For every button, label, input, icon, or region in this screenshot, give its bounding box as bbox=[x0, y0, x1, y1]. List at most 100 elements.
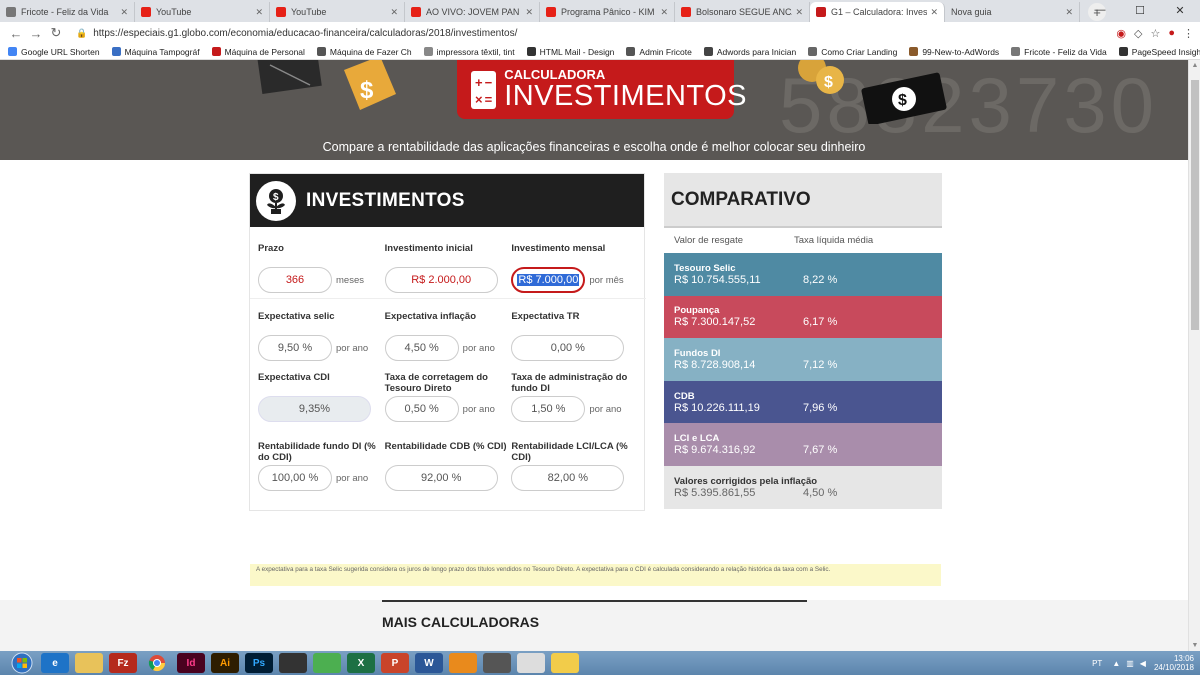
volume-icon[interactable]: ◀ bbox=[1140, 659, 1146, 668]
scroll-thumb[interactable] bbox=[1191, 80, 1199, 330]
result-rate: 4,50 % bbox=[803, 486, 838, 499]
result-rate: 8,22 % bbox=[803, 273, 838, 286]
orange-app-icon[interactable] bbox=[449, 653, 477, 673]
excel-icon[interactable]: X bbox=[347, 653, 375, 673]
filezilla-icon[interactable]: Fz bbox=[109, 653, 137, 673]
close-icon[interactable]: ✕ bbox=[525, 7, 533, 18]
fundo-di-input[interactable]: 100,00 % bbox=[258, 465, 332, 491]
photoshop-icon[interactable]: Ps bbox=[245, 653, 273, 673]
result-value: R$ 8.728.908,14 bbox=[674, 358, 756, 371]
administracao-suffix: por ano bbox=[589, 403, 622, 415]
ie-icon[interactable]: e bbox=[41, 653, 69, 673]
bookmark-item[interactable]: impressora têxtil, tint bbox=[423, 47, 515, 57]
green-app-icon[interactable] bbox=[313, 653, 341, 673]
browser-tab[interactable]: Programa Pânico - KIM ✕ bbox=[540, 2, 675, 22]
page-scrollbar[interactable]: ▲ ▼ bbox=[1188, 60, 1200, 651]
powerpoint-icon[interactable]: P bbox=[381, 653, 409, 673]
investimentos-panel: $ INVESTIMENTOS Prazo 366 meses Investime… bbox=[249, 173, 646, 511]
mensal-suffix: por mês bbox=[589, 274, 624, 286]
browser-tab[interactable]: AO VIVO: JOVEM PAN MOR✕ bbox=[405, 2, 540, 22]
coins-icon: $ bbox=[798, 60, 844, 94]
browser-tab[interactable]: YouTube ✕ bbox=[270, 2, 405, 22]
fundo-di-suffix: por ano bbox=[336, 472, 369, 484]
close-icon[interactable]: ✕ bbox=[795, 7, 803, 18]
close-icon[interactable]: ✕ bbox=[255, 7, 263, 18]
svg-text:$: $ bbox=[273, 192, 279, 203]
investimento-inicial-input[interactable]: R$ 2.000,00 bbox=[384, 267, 498, 293]
investimento-mensal-input[interactable]: R$ 7.000,00 bbox=[511, 267, 586, 293]
bookmark-item[interactable]: Admin Fricote bbox=[626, 47, 692, 57]
bookmark-icon bbox=[526, 47, 536, 56]
paint-icon[interactable] bbox=[517, 653, 545, 673]
corretagem-input[interactable]: 0,50 % bbox=[384, 396, 459, 422]
back-icon[interactable]: ← bbox=[6, 26, 26, 41]
inflacao-input[interactable]: 4,50 % bbox=[384, 335, 459, 361]
reload-icon[interactable]: ↻ bbox=[46, 25, 66, 41]
word-icon[interactable]: W bbox=[415, 653, 443, 673]
browser-tab-active[interactable]: G1 – Calculadora: Investime✕ bbox=[810, 2, 945, 22]
close-icon[interactable]: ✕ bbox=[120, 7, 128, 18]
chrome-icon[interactable] bbox=[143, 653, 171, 673]
bookmark-item[interactable]: Máquina de Personal bbox=[211, 47, 305, 57]
bookmark-icon bbox=[703, 47, 713, 56]
tray-arrow-icon[interactable]: ▲ bbox=[1112, 659, 1120, 668]
browser-tab[interactable]: YouTube ✕ bbox=[135, 2, 270, 22]
close-window-icon[interactable]: ✕ bbox=[1160, 0, 1200, 20]
close-icon[interactable]: ✕ bbox=[930, 7, 938, 18]
minimize-icon[interactable]: — bbox=[1080, 0, 1120, 20]
administracao-input[interactable]: 1,50 % bbox=[511, 396, 586, 422]
folder-icon[interactable] bbox=[551, 653, 579, 673]
prazo-input[interactable]: 366 bbox=[258, 267, 332, 293]
bookmark-item[interactable]: HTML Mail - Design bbox=[526, 47, 614, 57]
maximize-icon[interactable]: ☐ bbox=[1120, 0, 1160, 20]
explorer-icon[interactable] bbox=[75, 653, 103, 673]
browser-tab[interactable]: Nova guia ✕ bbox=[945, 2, 1080, 22]
youtube-icon bbox=[276, 7, 286, 17]
close-icon[interactable]: ✕ bbox=[660, 7, 668, 18]
close-icon[interactable]: ✕ bbox=[1065, 7, 1073, 18]
logo-main-text: INVESTIMENTOS bbox=[504, 80, 748, 112]
lci-label: Rentabilidade LCI/LCA (% CDI) bbox=[511, 441, 628, 463]
address-bar[interactable]: 🔒 https://especiais.g1.globo.com/economi… bbox=[74, 24, 1108, 42]
shield-icon[interactable]: ◇ bbox=[1134, 27, 1142, 40]
scroll-down-icon[interactable]: ▼ bbox=[1189, 642, 1200, 649]
scroll-up-icon[interactable]: ▲ bbox=[1189, 62, 1200, 69]
bookmark-icon bbox=[808, 47, 818, 56]
result-row-lci-lca: LCI e LCA R$ 9.674.316,92 7,67 % bbox=[664, 423, 942, 466]
bookmark-item[interactable]: Como Criar Landing bbox=[808, 47, 897, 57]
menu-icon[interactable]: ⋮ bbox=[1183, 27, 1194, 40]
bookmark-item[interactable]: 99-New-to-AdWords bbox=[909, 47, 999, 57]
start-button[interactable] bbox=[6, 652, 38, 674]
lci-input[interactable]: 82,00 % bbox=[511, 465, 625, 491]
investimentos-header: $ INVESTIMENTOS bbox=[250, 174, 644, 227]
bookmark-item[interactable]: Máquina de Fazer Ch bbox=[316, 47, 412, 57]
star-icon[interactable]: ☆ bbox=[1150, 27, 1160, 40]
selic-input[interactable]: 9,50 % bbox=[258, 335, 332, 361]
forward-icon[interactable]: → bbox=[26, 26, 46, 41]
bookmark-item[interactable]: Adwords para Inician bbox=[703, 47, 796, 57]
extension-icon[interactable]: ◉ bbox=[1116, 27, 1126, 40]
close-icon[interactable]: ✕ bbox=[390, 7, 398, 18]
bookmark-item[interactable]: Máquina Tampográf bbox=[111, 47, 200, 57]
browser-tab[interactable]: Fricote - Feliz da Vida ✕ bbox=[0, 2, 135, 22]
tools-icon[interactable] bbox=[483, 653, 511, 673]
illustrator-icon[interactable]: Ai bbox=[211, 653, 239, 673]
bookmark-item[interactable]: PageSpeed Insights bbox=[1118, 47, 1200, 57]
corretagem-label: Taxa de corretagem do Tesouro Direto bbox=[384, 372, 488, 394]
browser-tab[interactable]: Bolsonaro SEGUE ANCAPS✕ bbox=[675, 2, 810, 22]
inkscape-icon[interactable] bbox=[279, 653, 307, 673]
clock[interactable]: 13:06 24/10/2018 bbox=[1154, 654, 1194, 672]
tr-input[interactable]: 0,00 % bbox=[511, 335, 625, 361]
result-row-inflacao: Valores corrigidos pela inflação R$ 5.39… bbox=[664, 465, 942, 509]
network-icon[interactable]: ▥ bbox=[1126, 659, 1134, 668]
bookmark-item[interactable]: Google URL Shorten bbox=[8, 47, 100, 57]
youtube-icon bbox=[546, 7, 556, 17]
banner-subtitle: Compare a rentabilidade das aplicações f… bbox=[322, 140, 866, 154]
tab-strip: Fricote - Feliz da Vida ✕ YouTube ✕ YouTub… bbox=[0, 0, 1200, 22]
profile-icon[interactable]: ● bbox=[1168, 27, 1175, 40]
bookmark-item[interactable]: Fricote - Feliz da Vida bbox=[1011, 47, 1107, 57]
bookmark-icon bbox=[909, 47, 919, 56]
indesign-icon[interactable]: Id bbox=[177, 653, 205, 673]
cdb-input[interactable]: 92,00 % bbox=[384, 465, 498, 491]
language-indicator[interactable]: PT bbox=[1092, 659, 1102, 668]
